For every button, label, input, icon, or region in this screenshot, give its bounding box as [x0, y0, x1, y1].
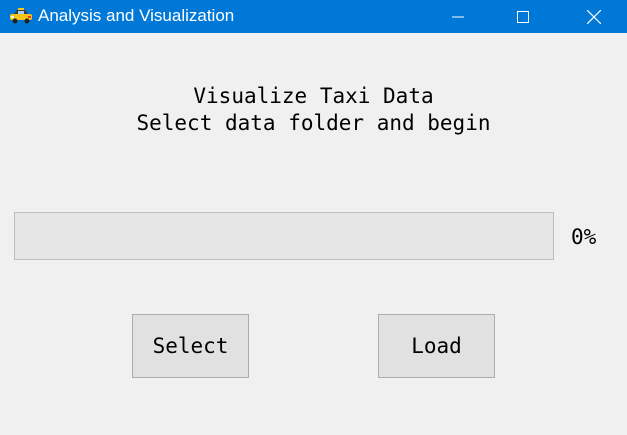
minimize-button[interactable] — [435, 0, 481, 33]
window-title: Analysis and Visualization — [38, 6, 235, 25]
maximize-icon — [517, 10, 529, 23]
title-bar[interactable]: Analysis and Visualization — [0, 0, 627, 33]
heading-subtitle: Select data folder and begin — [136, 111, 491, 135]
taxi-icon — [8, 7, 34, 25]
close-icon — [587, 9, 601, 24]
select-button[interactable]: Select — [132, 314, 249, 378]
close-button[interactable] — [571, 0, 617, 33]
progress-percent-label: 0% — [571, 225, 597, 249]
progress-bar — [14, 212, 554, 260]
load-button[interactable]: Load — [378, 314, 495, 378]
heading-title: Visualize Taxi Data — [193, 84, 434, 108]
minimize-icon — [452, 16, 464, 17]
app-window: Analysis and Visualization Visualize Tax… — [0, 0, 627, 435]
maximize-button[interactable] — [500, 0, 546, 33]
